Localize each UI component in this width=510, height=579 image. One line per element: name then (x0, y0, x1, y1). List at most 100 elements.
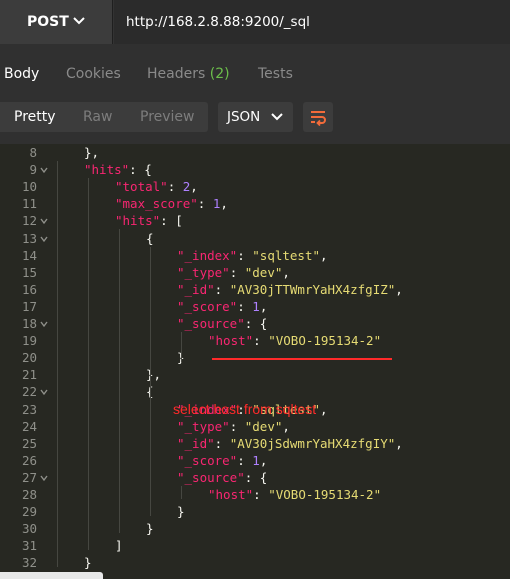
json-punctuation: }, (146, 367, 162, 383)
code-line: 13 { (0, 230, 510, 247)
wrap-lines-button[interactable] (303, 102, 333, 132)
json-punctuation: : (237, 452, 253, 468)
json-punctuation: : [ (160, 213, 183, 229)
json-punctuation: : (237, 247, 253, 263)
code-text: } (177, 503, 185, 520)
json-key: "hits" (84, 162, 130, 178)
url-input[interactable]: http://168.2.8.88:9200/_sql (114, 0, 510, 44)
indent-guide (119, 229, 120, 534)
json-key: "host" (208, 333, 254, 349)
line-number: 10 (21, 179, 37, 195)
code-line: 27 "_source": { (0, 469, 510, 486)
json-key: "_score" (177, 452, 238, 468)
fold-toggle-icon[interactable] (40, 235, 48, 243)
line-number: 18 (21, 316, 37, 331)
json-punctuation: : (214, 281, 230, 297)
json-string: "dev" (244, 264, 283, 280)
format-label: JSON (227, 109, 261, 125)
fold-toggle-icon[interactable] (40, 320, 48, 328)
line-number: 26 (21, 452, 37, 468)
method-dropdown[interactable]: POST (0, 0, 113, 44)
json-number: 1 (252, 298, 260, 314)
json-key: "_index" (177, 247, 238, 263)
json-string: "AV30jTTWmrYaHX4zfgIZ" (229, 281, 396, 297)
tab-body[interactable]: Body (4, 66, 39, 82)
json-key: "_id" (177, 281, 215, 297)
json-punctuation: , (259, 452, 268, 468)
json-punctuation: : (253, 333, 269, 349)
view-preview-button[interactable]: Preview (140, 102, 195, 132)
code-text: } (84, 554, 92, 571)
json-punctuation: : { (244, 469, 268, 485)
view-raw-button[interactable]: Raw (83, 102, 112, 132)
code-text: "_id": "AV30jSdwmrYaHX4zfgIY", (177, 435, 403, 452)
headers-count-badge: (2) (209, 66, 230, 82)
json-punctuation: : (253, 487, 269, 502)
indent-guide (57, 161, 58, 568)
code-text: "host": "VOBO-195134-2" (208, 486, 381, 503)
code-line: 30} (0, 520, 510, 537)
line-number: 29 (21, 504, 37, 520)
horizontal-scrollbar[interactable] (0, 572, 103, 579)
line-number: 25 (21, 435, 37, 451)
view-toolbar: Pretty Raw Preview JSON (0, 94, 510, 144)
line-number: 27 (21, 469, 37, 485)
code-line: 18 "_source": { (0, 315, 510, 332)
json-punctuation: , (395, 435, 403, 451)
json-string: "AV30jSdwmrYaHX4zfgIY" (229, 435, 396, 451)
fold-toggle-icon[interactable] (40, 217, 48, 225)
view-pretty-button[interactable]: Pretty (14, 102, 56, 132)
json-string: "VOBO-195134-2" (268, 333, 382, 349)
format-dropdown[interactable]: JSON (218, 102, 293, 132)
code-line: 28 "host": "VOBO-195134-2" (0, 486, 510, 503)
code-line: 29} (0, 503, 510, 520)
response-tabs: Body Cookies Headers (2) Tests (0, 44, 510, 94)
json-punctuation: : { (129, 162, 152, 178)
code-line: 15 "_type": "dev", (0, 264, 510, 281)
json-key: "_source" (177, 469, 245, 485)
code-text: } (146, 520, 154, 537)
line-number: 13 (21, 230, 37, 246)
json-punctuation: , (320, 401, 328, 417)
code-text: "total": 2, (115, 178, 198, 195)
tab-headers[interactable]: Headers (2) (147, 66, 230, 82)
code-text: "_type": "dev", (177, 264, 290, 281)
indent-guide (88, 178, 89, 551)
line-number: 11 (21, 196, 37, 212)
line-number: 24 (21, 418, 37, 434)
code-line: 12 "hits": [ (0, 212, 510, 229)
code-text: "max_score": 1, (115, 195, 228, 212)
code-line: 19 "host": "VOBO-195134-2" (0, 332, 510, 349)
code-text: "_score": 1, (177, 298, 267, 315)
indent-guide (181, 332, 182, 363)
chevron-down-icon (271, 113, 283, 121)
json-punctuation: } (177, 504, 185, 520)
line-number: 20 (21, 350, 37, 366)
fold-toggle-icon[interactable] (40, 388, 48, 396)
line-number: 16 (21, 281, 37, 297)
json-key: "total" (115, 179, 168, 195)
tab-tests[interactable]: Tests (258, 66, 293, 82)
code-line: 26 "_score": 1, (0, 452, 510, 469)
method-label: POST (27, 14, 69, 30)
code-line: 17 "_score": 1, (0, 298, 510, 315)
code-line: 21}, (0, 366, 510, 383)
code-text: "host": "VOBO-195134-2" (208, 332, 381, 349)
line-number: 22 (21, 384, 37, 400)
json-punctuation: : (237, 298, 253, 314)
tab-cookies[interactable]: Cookies (66, 66, 121, 82)
indent-guide (150, 246, 151, 517)
json-punctuation: , (259, 298, 268, 314)
json-punctuation: : (214, 435, 230, 451)
json-punctuation: } (84, 555, 92, 571)
fold-toggle-icon[interactable] (40, 166, 48, 174)
fold-toggle-icon[interactable] (40, 474, 48, 482)
response-body-code[interactable]: 8}, 9 "hits": {10 "total": 2, 11 "max_score":… (0, 144, 510, 579)
json-punctuation: : (167, 179, 183, 195)
line-number: 23 (21, 401, 37, 417)
code-line: 22{ (0, 383, 510, 400)
tab-headers-label: Headers (147, 66, 206, 82)
json-string: "sqltest" (252, 247, 321, 263)
code-line: 9 "hits": { (0, 161, 510, 178)
code-text: "_source": { (177, 469, 267, 486)
